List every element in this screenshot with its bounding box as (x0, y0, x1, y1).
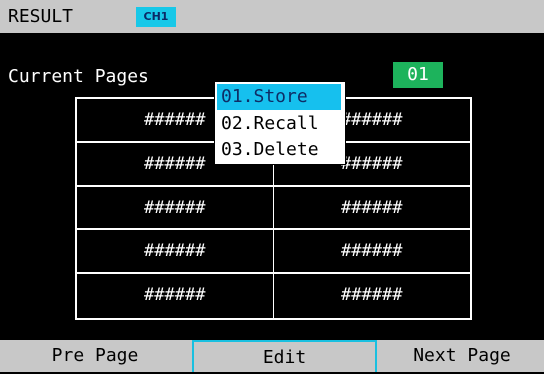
current-pages-label: Current Pages (8, 66, 149, 87)
menu-item-delete[interactable]: 03.Delete (217, 137, 341, 163)
header-bar: RESULT CH1 (0, 0, 544, 33)
edit-button[interactable]: Edit (192, 340, 377, 372)
grid-cell[interactable]: ###### (274, 230, 471, 272)
pre-page-button[interactable]: Pre Page (0, 340, 190, 372)
edit-menu: 01.Store 02.Recall 03.Delete (214, 81, 346, 165)
grid-cell[interactable]: ###### (77, 230, 274, 273)
grid-cell[interactable]: ###### (77, 274, 274, 318)
grid-cell[interactable]: ###### (274, 274, 471, 318)
menu-item-store[interactable]: 01.Store (217, 84, 341, 110)
grid-row: ###### ###### (77, 230, 471, 275)
softkey-bar: Pre Page Edit Next Page (0, 340, 544, 372)
menu-item-recall[interactable]: 02.Recall (217, 111, 341, 137)
grid-row: ###### ###### (77, 274, 470, 318)
result-screen: RESULT CH1 Current Pages 01 ###### #####… (0, 0, 544, 372)
channel-badge: CH1 (136, 7, 176, 27)
next-page-button[interactable]: Next Page (380, 340, 544, 372)
grid-cell[interactable]: ###### (274, 187, 471, 229)
page-number: 01 (393, 62, 443, 88)
grid-cell[interactable]: ###### (77, 186, 274, 229)
grid-row: ###### ###### (77, 186, 471, 231)
screen-title: RESULT (8, 6, 74, 27)
